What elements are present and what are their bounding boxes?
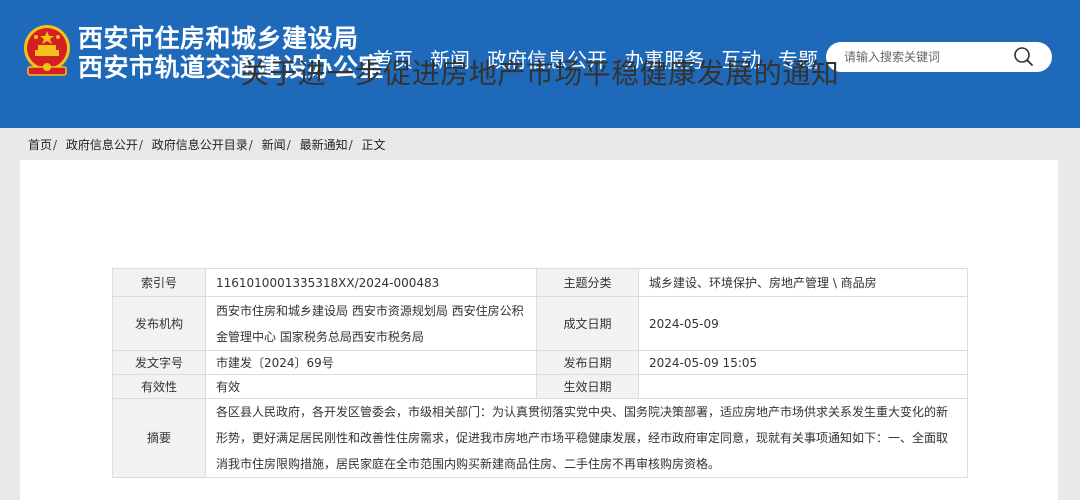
- summary-label: 摘要: [112, 398, 206, 478]
- breadcrumb-item-home[interactable]: 首页: [28, 138, 52, 152]
- summary-value: 各区县人民政府，各开发区管委会，市级相关部门：为认真贯彻落实党中央、国务院决策部…: [205, 398, 968, 478]
- breadcrumb-item-current: 正文: [361, 138, 386, 152]
- org-name-primary: 西安市住房和城乡建设局: [78, 24, 359, 53]
- index-number-value: 1161010001335318XX/2024-000483: [205, 268, 537, 297]
- table-row: 发布机构 西安市住房和城乡建设局 西安市资源规划局 西安住房公积金管理中心 国家…: [112, 296, 968, 351]
- breadcrumb-separator: /: [286, 138, 291, 152]
- publisher-value: 西安市住房和城乡建设局 西安市资源规划局 西安住房公积金管理中心 国家税务总局西…: [205, 296, 537, 351]
- effective-date-label: 生效日期: [536, 374, 639, 399]
- created-date-label: 成文日期: [536, 296, 639, 351]
- breadcrumb-separator: /: [53, 138, 58, 152]
- table-row: 摘要 各区县人民政府，各开发区管委会，市级相关部门：为认真贯彻落实党中央、国务院…: [112, 398, 968, 478]
- breadcrumb: 首页/ 政府信息公开/ 政府信息公开目录/ 新闻/ 最新通知/ 正文: [28, 136, 385, 154]
- publisher-label: 发布机构: [112, 296, 206, 351]
- validity-label: 有效性: [112, 374, 206, 399]
- table-row: 索引号 1161010001335318XX/2024-000483 主题分类 …: [112, 268, 968, 297]
- topic-label: 主题分类: [536, 268, 639, 297]
- published-date-label: 发布日期: [536, 350, 639, 375]
- created-date-value: 2024-05-09: [638, 296, 968, 351]
- article-metadata-table: 索引号 1161010001335318XX/2024-000483 主题分类 …: [112, 268, 968, 478]
- breadcrumb-separator: /: [138, 138, 143, 152]
- breadcrumb-item-gov-info-catalog[interactable]: 政府信息公开目录: [152, 138, 248, 152]
- article-title: 关于进一步促进房地产市场平稳健康发展的通知: [240, 57, 840, 90]
- table-row: 发文字号 市建发〔2024〕69号 发布日期 2024-05-09 15:05: [112, 350, 968, 375]
- published-date-value: 2024-05-09 15:05: [638, 350, 968, 375]
- breadcrumb-item-latest-notices[interactable]: 最新通知: [300, 138, 348, 152]
- breadcrumb-separator: /: [248, 138, 253, 152]
- document-number-label: 发文字号: [112, 350, 206, 375]
- breadcrumb-item-news[interactable]: 新闻: [262, 138, 286, 152]
- index-number-label: 索引号: [112, 268, 206, 297]
- table-row: 有效性 有效 生效日期: [112, 374, 968, 399]
- breadcrumb-separator: /: [348, 138, 353, 152]
- document-number-value: 市建发〔2024〕69号: [205, 350, 537, 375]
- effective-date-value: [638, 374, 968, 399]
- validity-value: 有效: [205, 374, 537, 399]
- topic-value: 城乡建设、环境保护、房地产管理 \ 商品房: [638, 268, 968, 297]
- breadcrumb-item-gov-info[interactable]: 政府信息公开: [66, 138, 138, 152]
